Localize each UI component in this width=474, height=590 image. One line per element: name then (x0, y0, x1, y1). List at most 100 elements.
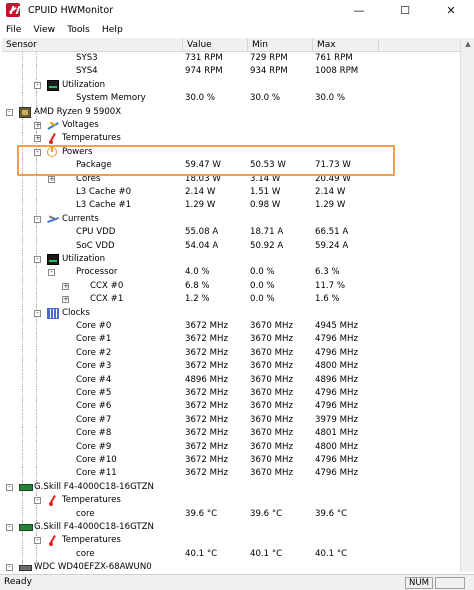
sensor-value: 974 RPM (185, 66, 223, 77)
column-header: Sensor Value Min Max (2, 38, 460, 52)
collapse-icon[interactable]: - (6, 108, 13, 116)
table-row[interactable]: - Clocks (2, 306, 460, 320)
sensor-tree[interactable]: SYS3 731 RPM 729 RPM 761 RPM SYS4 974 RPM 934 … (2, 52, 460, 572)
sensor-label: Core #5 (76, 388, 112, 398)
sensor-max: 1008 RPM (315, 66, 359, 77)
sensor-min: 3670 MHz (250, 321, 293, 331)
tree-guide-line (36, 279, 37, 294)
tree-guide-line (22, 78, 23, 93)
table-row[interactable]: + CCX #0 6.8 % 0.0 % 11.7 % (2, 279, 460, 294)
collapse-icon[interactable]: - (34, 497, 41, 505)
table-row[interactable]: - G.Skill F4-4000C18-16GTZN (2, 521, 460, 535)
table-row[interactable]: Package 59.47 W 50.53 W 71.73 W (2, 159, 460, 173)
table-row[interactable]: - Currents (2, 212, 460, 227)
close-button[interactable]: ✕ (428, 0, 474, 20)
table-row[interactable]: SYS3 731 RPM 729 RPM 761 RPM (2, 52, 460, 66)
tree-guide-line (22, 52, 23, 66)
table-row[interactable]: core 39.6 °C 39.6 °C 39.6 °C (2, 507, 460, 521)
menu-tools[interactable]: Tools (61, 24, 96, 35)
table-row[interactable]: Core #1 3672 MHz 3670 MHz 4796 MHz (2, 333, 460, 347)
menu-file[interactable]: File (0, 24, 27, 35)
table-row[interactable]: + Temperatures (2, 132, 460, 146)
table-row[interactable]: Core #9 3672 MHz 3670 MHz 4800 MHz (2, 440, 460, 454)
sensor-max: 4796 MHz (315, 347, 358, 358)
expand-icon[interactable]: + (62, 296, 69, 304)
maximize-button[interactable]: ☐ (382, 0, 428, 20)
table-row[interactable]: core 40.1 °C 40.1 °C 40.1 °C (2, 547, 460, 562)
column-header-max[interactable]: Max (313, 38, 379, 52)
table-row[interactable]: Core #2 3672 MHz 3670 MHz 4796 MHz (2, 346, 460, 361)
expand-icon[interactable]: + (62, 282, 69, 290)
menu-view[interactable]: View (27, 24, 61, 35)
table-row[interactable]: - AMD Ryzen 9 5900X (2, 105, 460, 119)
collapse-icon[interactable]: - (6, 524, 13, 531)
table-row[interactable]: - Processor 4.0 % 0.0 % 6.3 % (2, 266, 460, 280)
hard-disk-icon (19, 565, 32, 572)
table-row[interactable]: Core #7 3672 MHz 3670 MHz 3979 MHz (2, 413, 460, 428)
sensor-min: 3670 MHz (250, 374, 293, 385)
column-header-min[interactable]: Min (248, 38, 313, 52)
table-row[interactable]: - Powers (2, 145, 460, 160)
menu-help[interactable]: Help (96, 24, 129, 35)
sensor-value: 4896 MHz (185, 374, 228, 385)
sensor-value: 1.29 W (185, 200, 216, 211)
table-row[interactable]: L3 Cache #1 1.29 W 0.98 W 1.29 W (2, 199, 460, 213)
expand-icon[interactable]: + (34, 135, 41, 143)
tree-guide-line (22, 400, 23, 414)
table-row[interactable]: Core #6 3672 MHz 3670 MHz 4796 MHz (2, 400, 460, 414)
tree-guide-line (22, 92, 23, 106)
table-row[interactable]: Core #11 3672 MHz 3670 MHz 4796 MHz (2, 467, 460, 481)
tree-guide-line (36, 239, 37, 253)
table-row[interactable]: SYS4 974 RPM 934 RPM 1008 RPM (2, 65, 460, 79)
sensor-label: Utilization (62, 79, 106, 90)
collapse-icon[interactable]: - (6, 483, 13, 491)
table-row[interactable]: + CCX #1 1.2 % 0.0 % 1.6 % (2, 293, 460, 307)
table-row[interactable]: Core #8 3672 MHz 3670 MHz 4801 MHz (2, 427, 460, 441)
scroll-up-arrow-icon[interactable]: ▲ (461, 38, 474, 50)
collapse-icon[interactable]: - (34, 148, 41, 156)
table-row[interactable]: + Cores 18.03 W 3.14 W 20.49 W (2, 172, 460, 186)
collapse-icon[interactable]: - (34, 215, 41, 223)
table-row[interactable]: - Utilization (2, 78, 460, 93)
table-row[interactable]: - Temperatures (2, 494, 460, 508)
table-row[interactable]: - Temperatures (2, 534, 460, 548)
collapse-icon[interactable]: - (34, 537, 41, 545)
sensor-label: Temperatures (62, 495, 121, 506)
table-row[interactable]: Core #5 3672 MHz 3670 MHz 4796 MHz (2, 387, 460, 401)
memory-module-icon (19, 483, 33, 491)
table-row[interactable]: Core #0 3672 MHz 3670 MHz 4945 MHz (2, 320, 460, 334)
tree-guide-line (36, 454, 37, 468)
sensor-max: 4800 MHz (315, 441, 358, 452)
column-header-value[interactable]: Value (183, 38, 248, 52)
minimize-button[interactable]: — (336, 0, 382, 20)
column-header-sensor[interactable]: Sensor (2, 38, 183, 52)
tree-guide-line (22, 360, 23, 374)
table-row[interactable]: SoC VDD 54.04 A 50.92 A 59.24 A (2, 239, 460, 253)
collapse-icon[interactable]: - (34, 256, 41, 263)
sensor-max: 71.73 W (315, 160, 351, 171)
table-row[interactable]: L3 Cache #0 2.14 W 1.51 W 2.14 W (2, 186, 460, 200)
vertical-scrollbar[interactable]: ▲ (460, 38, 474, 572)
collapse-icon[interactable]: - (34, 81, 41, 89)
table-row[interactable]: - G.Skill F4-4000C18-16GTZN (2, 480, 460, 495)
sensor-value: 3672 MHz (185, 414, 228, 425)
table-row[interactable]: Core #4 4896 MHz 3670 MHz 4896 MHz (2, 373, 460, 387)
collapse-icon[interactable]: - (48, 269, 55, 277)
table-row[interactable]: - WDC WD40EFZX-68AWUN0 (2, 561, 460, 572)
sensor-min: 3670 MHz (250, 347, 293, 358)
table-row[interactable]: - Utilization (2, 253, 460, 267)
expand-icon[interactable]: + (48, 175, 55, 183)
table-row[interactable]: Core #3 3672 MHz 3670 MHz 4800 MHz (2, 360, 460, 374)
sensor-label: Cores (76, 173, 101, 184)
sensor-value: 3672 MHz (185, 468, 228, 479)
table-row[interactable]: + Voltages (2, 119, 460, 133)
table-row[interactable]: Core #10 3672 MHz 3670 MHz 4796 MHz (2, 454, 460, 468)
collapse-icon[interactable]: - (6, 564, 13, 572)
sensor-max: 3979 MHz (315, 414, 358, 425)
sensor-label: CPU VDD (76, 227, 116, 238)
table-row[interactable]: System Memory 30.0 % 30.0 % 30.0 % (2, 92, 460, 106)
table-row[interactable]: CPU VDD 55.08 A 18.71 A 66.51 A (2, 226, 460, 240)
tree-guide-line (22, 172, 23, 186)
expand-icon[interactable]: + (34, 122, 41, 129)
collapse-icon[interactable]: - (34, 309, 41, 317)
